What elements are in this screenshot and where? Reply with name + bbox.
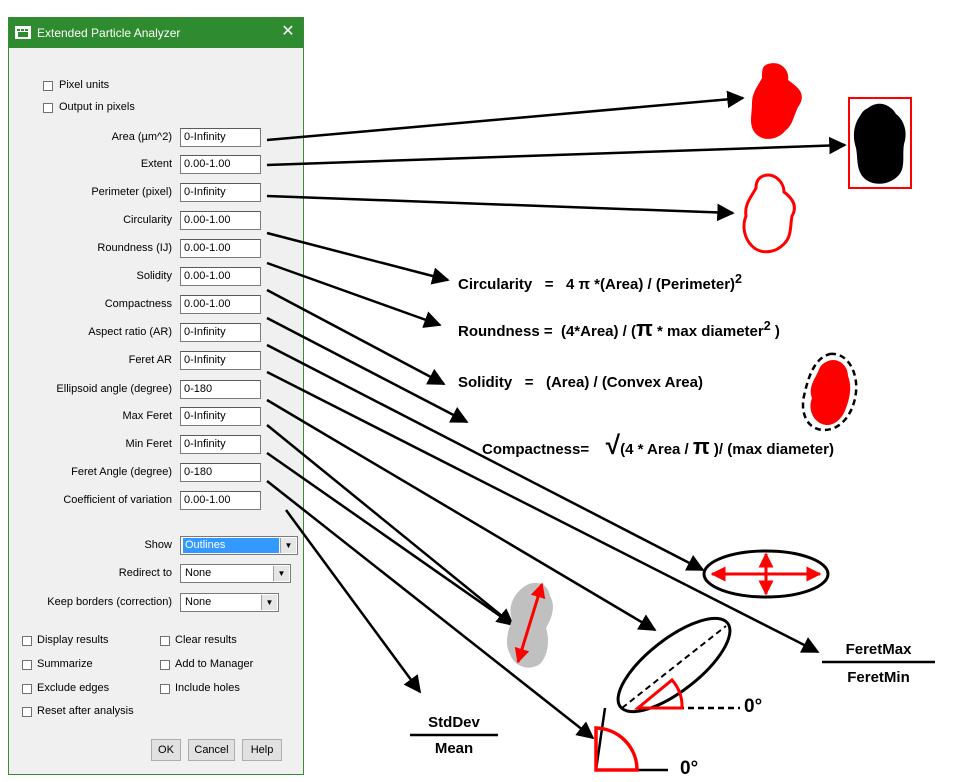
roundness-formula-eq: = [543,323,553,340]
feret-diameter-figure [506,582,553,668]
compactness-formula: Compactness= √(4 * Area / π )/ (max diam… [482,430,834,461]
solidity-blob-shape [810,359,851,426]
perimeter-outline-shape [742,173,796,254]
roundness-formula-rhs-c: ) [770,323,780,340]
compactness-formula-pi: π [692,434,710,459]
ellipsoid-angle-figure [616,616,740,714]
angle-zero-label: 0° [744,696,763,717]
arrow-extent [266,136,847,167]
circularity-formula-eq: = [544,276,554,293]
solidity-formula-lead: Solidity [458,374,513,391]
cv-ratio-numerator: StdDev [428,714,480,731]
arrow-compactness [266,316,469,424]
solidity-formula-eq: = [524,374,534,391]
roundness-formula-rhs-a: (4*Area) / ( [560,323,636,340]
arrow-solidity [266,288,446,386]
arrow-perimeter [266,194,735,222]
compactness-formula-rhs-a: (4 * Area / [620,441,693,458]
circularity-formula-lead: Circularity [458,276,533,293]
roundness-formula-pi: π [636,316,653,341]
arrow-cv [284,509,422,694]
solidity-formula: Solidity = (Area) / (Convex Area) [458,374,703,391]
area-blob-shape [751,63,802,139]
roundness-formula: Roundness = (4*Area) / (π * max diameter… [458,316,780,342]
square-root-icon: √ [605,430,621,460]
pointer-arrows [266,90,847,740]
circularity-formula-sup: 2 [735,272,742,286]
cv-ratio-denominator: Mean [434,740,474,757]
angle-zero-label-2: 0° [680,758,699,779]
compactness-formula-rhs-b: )/ (max diameter) [709,441,834,458]
solidity-formula-rhs: (Area) / (Convex Area) [545,374,703,391]
roundness-formula-rhs-b: * max diameter [652,323,764,340]
feret-angle-figure [594,707,668,772]
annotation-layer [266,63,935,772]
arrow-area [266,90,745,142]
aspect-ratio-ellipse-figure [702,549,830,599]
roundness-formula-lead: Roundness [458,323,540,340]
compactness-formula-lead: Compactness= [482,441,590,458]
roundness-formula-sup: 2 [763,319,771,333]
extent-blob-shape [853,103,906,184]
circularity-formula: Circularity = 4 π *(Area) / (Perimeter)2 [458,272,742,293]
circularity-formula-rhs: 4 π *(Area) / (Perimeter) [566,276,736,293]
feret-ratio-numerator: FeretMax [845,641,912,658]
feret-ratio-denominator: FeretMin [847,669,910,686]
